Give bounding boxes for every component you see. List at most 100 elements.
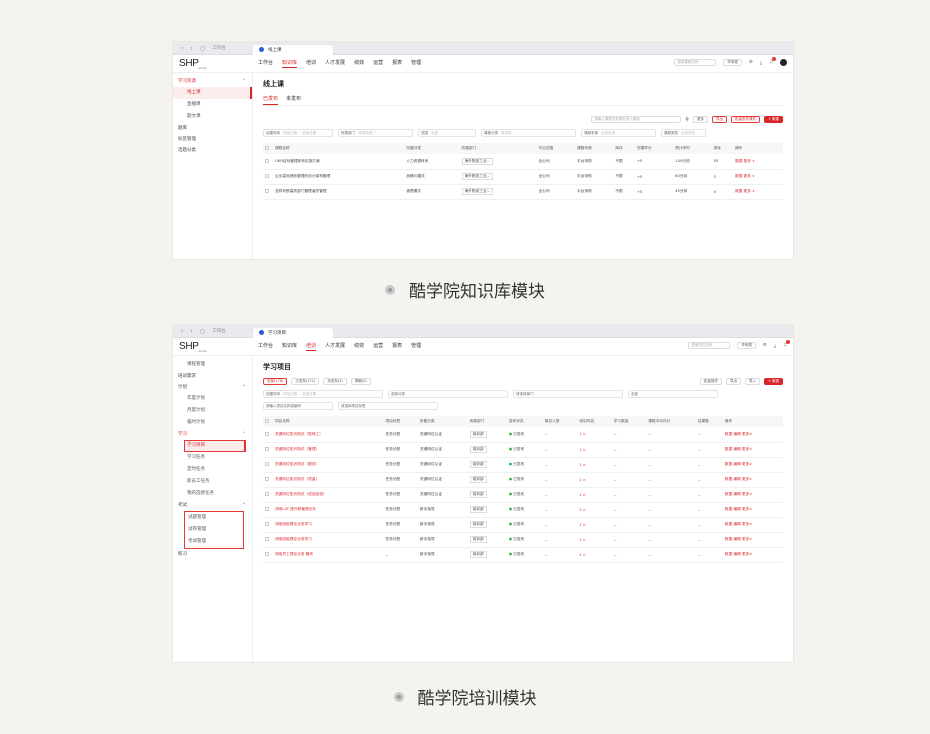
top-nav-item[interactable]: 管理 (411, 59, 421, 68)
row-actions[interactable]: 数据 编辑 更多∨ (725, 552, 752, 556)
table-row[interactable]: 关键岗位知识测试（管理） 任务分配 关键岗位认证 培训部 已发布 -- 1 > -- -- -- 数… (263, 442, 783, 458)
sidebar-group-tags[interactable]: 标签管理 (173, 134, 252, 145)
top-nav-item[interactable]: 运营 (373, 342, 383, 351)
user-switch[interactable]: 李明德 (723, 59, 742, 66)
bell-icon[interactable]: ♫ (769, 57, 776, 65)
sidebar-item-monthly-plan[interactable]: 月度计划 (173, 405, 252, 417)
filter-select[interactable]: 范围 全部 (418, 129, 476, 137)
tab-unpublished[interactable]: 未发布(5) (323, 378, 347, 385)
table-row[interactable]: 关键岗位知识测试（服务） 任务分配 关键岗位认证 培训部 已发布 -- 1 > -- -- -- 数… (263, 457, 783, 473)
top-nav-item[interactable]: 绩效 (354, 59, 364, 68)
back-icon[interactable]: ‹ (181, 45, 183, 52)
sidebar-item-temp-plan[interactable]: 临时计划 (173, 417, 252, 429)
project-name-link[interactable]: 领用班组理论业务学习 (275, 537, 312, 541)
settings-icon[interactable]: ⚙ (749, 60, 753, 65)
forward-icon[interactable]: › (190, 328, 192, 335)
checkbox[interactable] (265, 477, 269, 481)
top-nav-item[interactable]: 培训 (306, 342, 317, 351)
filter-select[interactable]: 请选择部门 (513, 390, 623, 398)
sidebar-group-exam[interactable]: 考试 ⌃ (173, 500, 252, 511)
sidebar-item-live-course[interactable]: 直播课 (173, 99, 252, 111)
search-icon[interactable]: ⚲ (685, 117, 689, 123)
export-button[interactable]: 导出 (711, 116, 727, 123)
content-count-link[interactable]: 2 > (579, 508, 586, 512)
table-row[interactable]: OKR目标管理体系实施方案 人力资源体系 海外物流工业... 全公司 平台采购 不限 +5 1… (263, 154, 783, 170)
sidebar-item-question-mgmt[interactable]: 试题管理 (185, 512, 243, 524)
new-button[interactable]: + 新建 (763, 116, 783, 123)
settings-icon[interactable]: ⚙ (763, 343, 767, 348)
filter-select[interactable]: 全部 (628, 390, 718, 398)
user-switch[interactable]: 李明德 (737, 342, 756, 349)
more-button[interactable]: 更多 (692, 116, 708, 123)
header-search-input[interactable]: 搜索项目名称 (688, 342, 731, 349)
row-actions[interactable]: 数据 编辑 更多∨ (725, 432, 752, 436)
content-count-link[interactable]: 1 > (579, 448, 586, 452)
project-name-link[interactable]: 关键岗位知识测试（成品检验） (275, 492, 327, 496)
checkbox[interactable] (265, 537, 269, 541)
top-nav-item[interactable]: 知识库 (282, 342, 297, 351)
project-name-link[interactable]: 关键岗位知识测试（现场工） (275, 432, 323, 436)
row-actions[interactable]: 数据 更多 ∨ (735, 174, 755, 178)
checkbox[interactable] (265, 447, 269, 451)
sidebar-group-question-bank[interactable]: 题库 (173, 123, 252, 134)
table-row[interactable]: 关键岗位知识测试（质量） 任务分配 关键岗位认证 培训部 已发布 -- 1 > -- -- -- 数… (263, 472, 783, 488)
course-search-input[interactable]: 请输入课程名称或负责人搜索 (591, 116, 682, 123)
checkbox[interactable] (265, 158, 269, 163)
forward-icon[interactable]: › (190, 45, 192, 52)
content-count-link[interactable]: 1 > (579, 523, 586, 527)
table-row[interactable]: 领用员工理论业务 模块 -- 新手指导 培训部 已发布 -- 2 > -- -- -- 数据 编辑 … (263, 547, 783, 563)
row-actions[interactable]: 数据 编辑 更多∨ (725, 507, 752, 511)
table-row[interactable]: 关键岗位知识测试（成品检验） 任务分配 关键岗位认证 培训部 已发布 -- 1 > -- -- -… (263, 487, 783, 503)
sidebar-item-learning-task[interactable]: 学习任务 (173, 452, 252, 464)
filter-select[interactable]: 课程分类 请选择 (481, 129, 576, 137)
top-nav-item[interactable]: 报表 (392, 342, 402, 351)
sidebar-item-annual-plan[interactable]: 年度计划 (173, 393, 252, 405)
refresh-icon[interactable]: ○ (200, 328, 205, 335)
content-count-link[interactable]: 1 > (579, 478, 586, 482)
checkbox[interactable] (265, 189, 269, 193)
content-count-link[interactable]: 1 > (579, 493, 586, 497)
sidebar-group-learning-resources[interactable]: 学习资源 ⌃ (173, 76, 252, 87)
sidebar-group-training-needs[interactable]: 培训需求 (173, 371, 252, 382)
refresh-icon[interactable]: ○ (200, 45, 205, 52)
filter-select[interactable]: 创建时间 开始日期 ~ 结束日期 (263, 390, 383, 398)
top-nav-item[interactable]: 人才发展 (325, 342, 345, 351)
checkbox[interactable] (265, 146, 269, 150)
top-nav-item[interactable]: 知识库 (282, 59, 298, 68)
row-actions[interactable]: 数据 编辑 更多∨ (725, 462, 752, 466)
batch-publish-button[interactable]: 批量发布课件 (730, 116, 760, 123)
avatar[interactable] (780, 59, 787, 66)
top-nav-item[interactable]: 运营 (373, 59, 383, 68)
sidebar-item-learning-project[interactable]: 学习项目 (184, 440, 246, 452)
content-count-link[interactable]: 2 > (579, 553, 586, 557)
batch-ops-button[interactable]: 批量操作 (699, 378, 722, 385)
filter-select[interactable]: 课程来源 全部来源 (581, 129, 656, 137)
row-actions[interactable]: 数据 编辑 更多∨ (725, 537, 752, 541)
checkbox[interactable] (265, 462, 269, 466)
sidebar-item-exam-mgmt[interactable]: 考试管理 (185, 536, 243, 548)
header-search-input[interactable]: 搜索课程名称 (674, 59, 717, 66)
top-nav-item[interactable]: 培训 (306, 59, 316, 68)
sidebar-group-practice[interactable]: 练习 (173, 549, 252, 560)
sidebar-item-text-course[interactable]: 题文课 (173, 111, 252, 123)
new-button[interactable]: + 新建 (763, 378, 783, 385)
row-actions[interactable]: 数据 更多 ∨ (735, 189, 755, 193)
top-nav-item[interactable]: 报表 (392, 59, 402, 68)
row-actions[interactable]: 数据 编辑 更多∨ (725, 492, 752, 496)
sidebar-group-plan[interactable]: 计划 ⌃ (173, 382, 252, 393)
project-name-link[interactable]: 关键岗位知识测试（质量） (275, 477, 319, 481)
checkbox[interactable] (265, 552, 269, 556)
project-name-link[interactable]: 关键岗位知识测试（服务） (275, 462, 319, 466)
top-nav-item[interactable]: 人才发展 (325, 59, 345, 68)
filter-select[interactable]: 课程类型 全部类型 (661, 129, 706, 137)
checkbox[interactable] (265, 419, 269, 423)
sidebar-group-learning[interactable]: 学习 ⌃ (173, 429, 252, 440)
browser-tab[interactable]: 学习项目 (253, 327, 333, 338)
download-icon[interactable]: ⤓ (760, 60, 762, 66)
checkbox[interactable] (265, 492, 269, 496)
bell-icon[interactable]: ♫ (783, 340, 790, 348)
checkbox[interactable] (265, 507, 269, 511)
checkbox[interactable] (265, 522, 269, 526)
content-count-link[interactable]: 2 > (579, 538, 586, 542)
export-button[interactable]: 导出 (725, 378, 741, 385)
